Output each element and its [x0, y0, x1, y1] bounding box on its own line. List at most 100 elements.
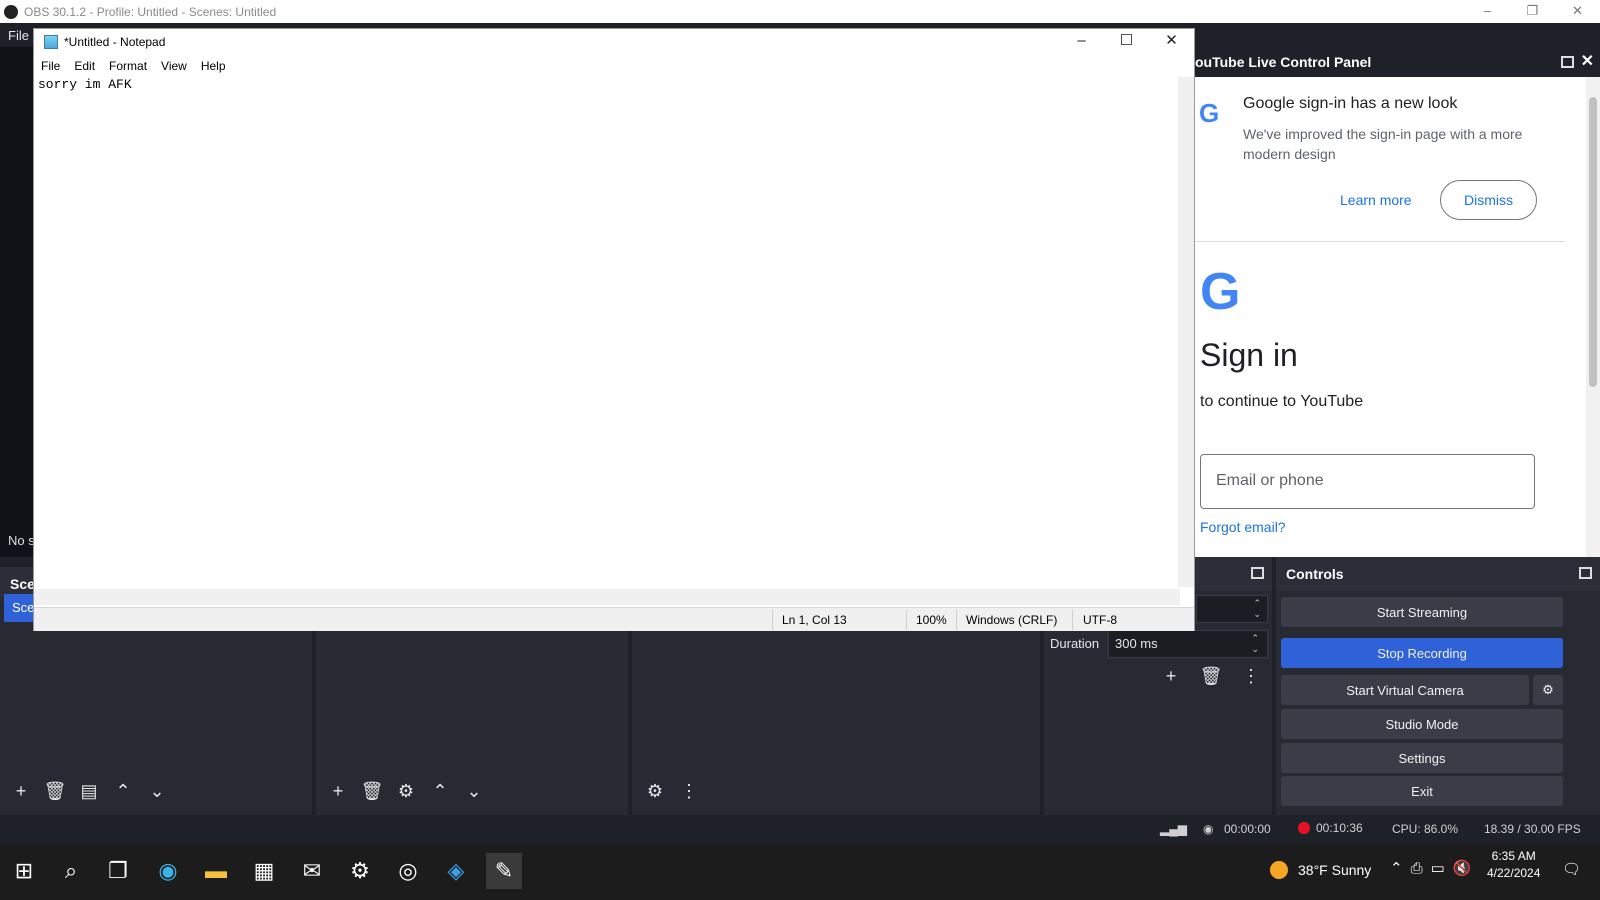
notepad-status-bar: Ln 1, Col 13 100% Windows (CRLF) UTF-8 — [34, 607, 1194, 631]
duration-label: Duration — [1050, 636, 1100, 651]
undock-icon[interactable] — [1579, 567, 1592, 579]
remove-scene-icon[interactable]: 🗑 — [42, 778, 68, 804]
obs-app-icon[interactable]: ◎ — [390, 853, 426, 889]
file-explorer-icon[interactable]: ▬ — [198, 853, 234, 889]
learn-more-link[interactable]: Learn more — [1340, 192, 1412, 208]
maximize-icon[interactable]: ☐ — [1104, 29, 1149, 55]
transition-select[interactable]: ⌃ ⌄ — [1196, 595, 1268, 623]
move-down-icon[interactable]: ⌄ — [144, 778, 170, 804]
sign-in-heading: Sign in — [1200, 337, 1298, 373]
store-icon[interactable]: ▦ — [246, 853, 282, 889]
mail-icon[interactable]: ✉ — [294, 853, 330, 889]
youtube-panel-title: ouTube Live Control Panel — [1195, 54, 1372, 70]
remove-transition-icon[interactable]: 🗑 — [1198, 663, 1224, 689]
scrollbar[interactable] — [1586, 77, 1600, 557]
clock[interactable]: 6:35 AM 4/22/2024 — [1487, 848, 1540, 882]
sign-in-subtitle: to continue to YouTube — [1200, 393, 1364, 410]
duration-input[interactable]: 300 ms ⌃ ⌄ — [1108, 630, 1268, 658]
edge-browser-icon[interactable]: ◉ — [150, 853, 186, 889]
exit-button[interactable]: Exit — [1281, 776, 1563, 806]
google-logo-icon: G — [1200, 263, 1241, 321]
duration-value: 300 ms — [1115, 636, 1158, 651]
move-down-icon[interactable]: ⌄ — [461, 778, 487, 804]
stream-time: 00:00:00 — [1224, 822, 1271, 836]
preview-area[interactable] — [0, 47, 34, 557]
close-icon[interactable]: ✕ — [1581, 47, 1594, 77]
transitions-toolbar: + 🗑 ⋮ — [1158, 663, 1264, 689]
minimize-icon[interactable]: – — [1465, 0, 1510, 23]
restore-icon[interactable]: ❐ — [1510, 0, 1555, 23]
undock-icon[interactable] — [1251, 567, 1264, 579]
email-field[interactable]: Email or phone — [1200, 454, 1535, 509]
minimize-icon[interactable]: – — [1059, 29, 1104, 55]
divider — [906, 610, 907, 630]
email-placeholder: Email or phone — [1216, 472, 1324, 489]
signal-icon: ▂▄▆ — [1160, 822, 1187, 836]
task-view-icon[interactable]: ❐ — [100, 853, 136, 889]
scene-filter-icon[interactable]: ▤ — [76, 778, 102, 804]
add-scene-icon[interactable]: + — [8, 778, 34, 804]
advanced-audio-gear-icon[interactable]: ⚙ — [642, 778, 668, 804]
undock-icon[interactable] — [1561, 56, 1574, 68]
record-time: 00:10:36 — [1316, 821, 1363, 835]
stop-recording-button[interactable]: Stop Recording — [1281, 638, 1563, 668]
obs-window-title: OBS 30.1.2 - Profile: Untitled - Scenes:… — [24, 4, 277, 19]
divider — [772, 610, 773, 630]
menu-file[interactable]: File — [34, 56, 67, 76]
forgot-email-link[interactable]: Forgot email? — [1200, 519, 1286, 535]
scene-list-item[interactable]: Sce — [4, 594, 34, 622]
scrollbar-thumb[interactable] — [1589, 97, 1597, 387]
notification-icon[interactable]: 🗨 — [1562, 860, 1581, 878]
dismiss-button[interactable]: Dismiss — [1440, 180, 1537, 220]
close-icon[interactable]: ✕ — [1555, 0, 1600, 23]
menu-view[interactable]: View — [154, 56, 194, 76]
vertical-scrollbar[interactable] — [1178, 77, 1194, 587]
add-source-icon[interactable]: + — [325, 778, 351, 804]
transitions-header — [1195, 557, 1272, 591]
mixer-menu-icon[interactable]: ⋮ — [676, 778, 702, 804]
taskbar: ⊞ ⌕ ❐ ◉ ▬ ▦ ✉ ⚙ ◎ ◈ ✎ 38°F Sunny ⌃⎙▭🔇 6:… — [0, 843, 1600, 900]
menu-help[interactable]: Help — [194, 56, 233, 76]
virtual-camera-gear-icon[interactable]: ⚙ — [1533, 675, 1563, 705]
studio-mode-button[interactable]: Studio Mode — [1281, 709, 1563, 739]
obs-title-bar: OBS 30.1.2 - Profile: Untitled - Scenes:… — [0, 0, 1600, 23]
system-tray[interactable]: ⌃⎙▭🔇 — [1390, 859, 1479, 877]
move-up-icon[interactable]: ⌃ — [427, 778, 453, 804]
no-source-label: No s — [8, 533, 35, 548]
windows-start-icon[interactable]: ⊞ — [6, 853, 42, 889]
divider — [1195, 241, 1565, 242]
clock-time: 6:35 AM — [1491, 849, 1536, 863]
source-settings-gear-icon[interactable]: ⚙ — [393, 778, 419, 804]
menu-edit[interactable]: Edit — [67, 56, 102, 76]
scenes-toolbar: + 🗑 ▤ ⌃ ⌄ — [8, 778, 170, 804]
add-transition-icon[interactable]: + — [1158, 663, 1184, 689]
sources-toolbar: + 🗑 ⚙ ⌃ ⌄ — [325, 778, 487, 804]
cpu-usage: CPU: 86.0% — [1392, 822, 1459, 836]
weather-text: 38°F Sunny — [1298, 862, 1372, 878]
settings-button[interactable]: Settings — [1281, 743, 1563, 773]
start-streaming-button[interactable]: Start Streaming — [1281, 597, 1563, 627]
notepad-app-icon[interactable]: ✎ — [486, 853, 522, 889]
menu-format[interactable]: Format — [102, 56, 154, 76]
notepad-text-area[interactable]: sorry im AFK — [38, 77, 1178, 589]
virtualbox-icon[interactable]: ◈ — [438, 853, 474, 889]
search-icon[interactable]: ⌕ — [53, 853, 89, 889]
notepad-title-bar[interactable]: *Untitled - Notepad – ☐ ✕ — [34, 29, 1194, 55]
divider — [1072, 610, 1073, 630]
notepad-window: *Untitled - Notepad – ☐ ✕ File Edit Form… — [33, 28, 1195, 631]
menu-file[interactable]: File — [0, 23, 34, 48]
obs-menu-bar: File — [0, 23, 34, 47]
notepad-title: *Untitled - Notepad — [64, 35, 166, 49]
settings-gear-icon[interactable]: ⚙ — [342, 853, 378, 889]
youtube-panel-header: ouTube Live Control Panel ✕ — [1195, 47, 1600, 77]
zoom-level: 100% — [916, 613, 947, 627]
start-virtual-camera-button[interactable]: Start Virtual Camera — [1281, 675, 1529, 705]
close-icon[interactable]: ✕ — [1149, 29, 1194, 55]
weather-widget[interactable]: 38°F Sunny — [1270, 861, 1371, 879]
horizontal-scrollbar[interactable] — [34, 589, 1180, 605]
move-up-icon[interactable]: ⌃ — [110, 778, 136, 804]
transition-menu-icon[interactable]: ⋮ — [1238, 663, 1264, 689]
controls-header: Controls — [1276, 557, 1600, 591]
spinner-icon[interactable]: ⌃ ⌄ — [1251, 633, 1259, 655]
remove-source-icon[interactable]: 🗑 — [359, 778, 385, 804]
